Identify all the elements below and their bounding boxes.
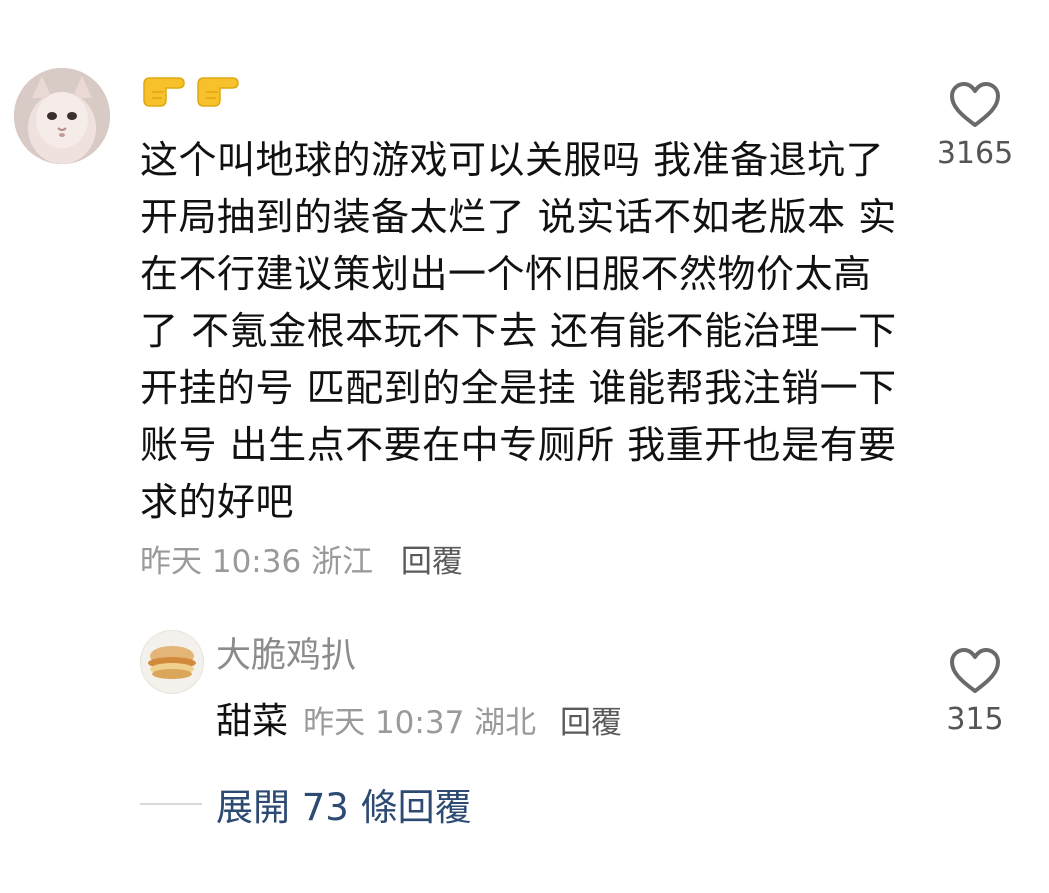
comment-body: 这个叫地球的游戏可以关服吗 我准备退坑了 开局抽到的装备太烂了 说实话不如老版本… <box>140 138 897 524</box>
hairless-cat-avatar-image <box>14 68 110 164</box>
comment-thread: 这个叫地球的游戏可以关服吗 我准备退坑了 开局抽到的装备太烂了 说实话不如老版本… <box>0 0 1049 893</box>
reply-avatar[interactable] <box>140 630 204 694</box>
comment-meta: 昨天 10:36 浙江 回覆 <box>140 540 463 584</box>
sandwich-avatar-image <box>148 646 196 679</box>
emoji-row <box>140 70 242 114</box>
reply-button[interactable]: 回覆 <box>401 544 463 580</box>
pointing-right-hand-icon <box>197 77 239 107</box>
expand-replies[interactable]: 展開 73 條回覆 <box>140 777 472 831</box>
reply-body: 甜菜 <box>216 701 289 742</box>
reply-content: 甜菜 昨天 10:37 湖北 回覆 <box>216 698 622 752</box>
heart-icon[interactable] <box>948 646 1002 696</box>
reply-like[interactable]: 315 <box>920 646 1030 738</box>
heart-icon[interactable] <box>948 80 1002 130</box>
comment-location: 浙江 <box>311 544 374 580</box>
avatar[interactable] <box>14 68 110 164</box>
reply-time: 昨天 10:37 <box>303 705 465 741</box>
comment-time: 昨天 10:36 <box>140 544 302 580</box>
reply-username[interactable]: 大脆鸡扒 <box>216 632 356 680</box>
reply-reply-button[interactable]: 回覆 <box>560 705 622 741</box>
pointing-right-hand-icon <box>143 77 185 107</box>
divider-line <box>140 803 202 805</box>
reply-meta: 昨天 10:37 湖北 回覆 <box>303 705 622 741</box>
like-count: 315 <box>946 702 1004 737</box>
comment-like[interactable]: 3165 <box>920 80 1030 172</box>
like-count: 3165 <box>936 136 1014 171</box>
reply-location: 湖北 <box>474 705 537 741</box>
expand-replies-label[interactable]: 展開 73 條回覆 <box>216 777 472 831</box>
